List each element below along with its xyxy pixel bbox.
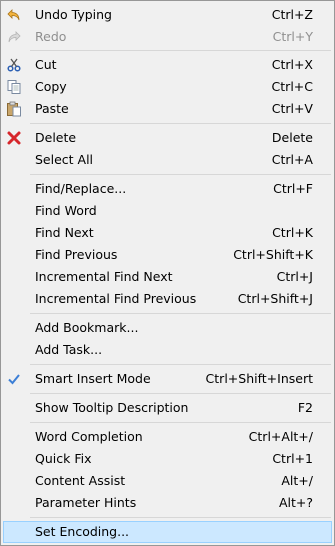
checkmark-icon — [8, 374, 20, 385]
menu-item-label: Incremental Find Previous — [35, 291, 197, 306]
menu-item-shortcut: Ctrl+A — [271, 152, 313, 167]
menu-item-label: Undo Typing — [35, 7, 112, 22]
menu-item-label: Find Previous — [35, 247, 118, 262]
menu-item-shortcut: Ctrl+Z — [271, 7, 313, 22]
menu-separator — [30, 313, 331, 314]
menu-item-shortcut: Ctrl+1 — [272, 451, 313, 466]
menu-item-label: Show Tooltip Description — [35, 400, 189, 415]
paste-icon — [7, 101, 21, 117]
menu-separator — [30, 364, 331, 365]
menu-item-shortcut: Ctrl+K — [272, 225, 313, 240]
menu-item-label: Select All — [35, 152, 94, 167]
menu-item-label: Find Word — [35, 203, 97, 218]
menu-item-quick-fix[interactable]: Quick Fix Ctrl+1 — [3, 448, 332, 470]
menu-item-shortcut: F2 — [297, 400, 313, 415]
menu-item-label: Paste — [35, 101, 69, 116]
menu-separator — [30, 517, 331, 518]
undo-icon — [7, 9, 20, 21]
menu-item-label: Delete — [35, 130, 77, 145]
menu-item-label: Find/Replace... — [35, 181, 127, 196]
menu-item-cut[interactable]: Cut Ctrl+X — [3, 54, 332, 76]
menu-item-shortcut: Ctrl+Shift+Insert — [205, 371, 313, 386]
menu-separator — [30, 393, 331, 394]
menu-item-add-task[interactable]: Add Task... — [3, 339, 332, 361]
context-menu: Undo Typing Ctrl+Z Redo Ctrl+Y Cut Ctrl+… — [0, 0, 335, 546]
menu-item-label: Add Bookmark... — [35, 320, 139, 335]
menu-item-show-tooltip-description[interactable]: Show Tooltip Description F2 — [3, 397, 332, 419]
menu-item-delete[interactable]: Delete Delete — [3, 127, 332, 149]
delete-x-icon — [7, 131, 21, 145]
menu-item-shortcut: Ctrl+Alt+/ — [248, 429, 313, 444]
menu-item-shortcut: Alt+? — [278, 495, 313, 510]
menu-item-content-assist[interactable]: Content Assist Alt+/ — [3, 470, 332, 492]
menu-item-set-encoding[interactable]: Set Encoding... — [3, 521, 332, 543]
menu-item-smart-insert-mode[interactable]: Smart Insert Mode Ctrl+Shift+Insert — [3, 368, 332, 390]
menu-item-parameter-hints[interactable]: Parameter Hints Alt+? — [3, 492, 332, 514]
menu-item-shortcut: Ctrl+Y — [272, 29, 313, 44]
scissors-icon — [7, 58, 21, 72]
menu-item-incremental-find-previous[interactable]: Incremental Find Previous Ctrl+Shift+J — [3, 288, 332, 310]
menu-item-copy[interactable]: Copy Ctrl+C — [3, 76, 332, 98]
menu-item-label: Cut — [35, 57, 57, 72]
menu-separator — [30, 123, 331, 124]
menu-item-find-replace[interactable]: Find/Replace... Ctrl+F — [3, 178, 332, 200]
menu-item-undo-typing[interactable]: Undo Typing Ctrl+Z — [3, 4, 332, 26]
menu-item-paste[interactable]: Paste Ctrl+V — [3, 98, 332, 120]
menu-item-shortcut: Delete — [271, 130, 313, 145]
menu-item-shortcut: Ctrl+V — [271, 101, 313, 116]
menu-item-find-previous[interactable]: Find Previous Ctrl+Shift+K — [3, 244, 332, 266]
menu-separator — [30, 174, 331, 175]
menu-item-shortcut: Alt+/ — [281, 473, 313, 488]
menu-item-label: Find Next — [35, 225, 94, 240]
menu-item-label: Quick Fix — [35, 451, 92, 466]
menu-item-redo[interactable]: Redo Ctrl+Y — [3, 26, 332, 48]
menu-item-shortcut: Ctrl+X — [271, 57, 313, 72]
menu-item-label: Incremental Find Next — [35, 269, 173, 284]
menu-item-word-completion[interactable]: Word Completion Ctrl+Alt+/ — [3, 426, 332, 448]
menu-item-shortcut: Ctrl+J — [276, 269, 313, 284]
menu-item-label: Redo — [35, 29, 67, 44]
redo-icon — [8, 31, 21, 43]
menu-item-find-next[interactable]: Find Next Ctrl+K — [3, 222, 332, 244]
menu-item-label: Word Completion — [35, 429, 143, 444]
menu-item-add-bookmark[interactable]: Add Bookmark... — [3, 317, 332, 339]
menu-item-shortcut: Ctrl+Shift+K — [233, 247, 313, 262]
menu-item-incremental-find-next[interactable]: Incremental Find Next Ctrl+J — [3, 266, 332, 288]
menu-item-label: Parameter Hints — [35, 495, 137, 510]
menu-item-shortcut: Ctrl+Shift+J — [237, 291, 313, 306]
copy-icon — [7, 80, 21, 94]
menu-item-label: Copy — [35, 79, 67, 94]
menu-item-label: Content Assist — [35, 473, 126, 488]
menu-item-select-all[interactable]: Select All Ctrl+A — [3, 149, 332, 171]
menu-item-find-word[interactable]: Find Word — [3, 200, 332, 222]
menu-item-label: Smart Insert Mode — [35, 371, 151, 386]
menu-item-shortcut: Ctrl+C — [271, 79, 313, 94]
menu-item-label: Add Task... — [35, 342, 103, 357]
menu-separator — [30, 50, 331, 51]
menu-separator — [30, 422, 331, 423]
menu-item-label: Set Encoding... — [35, 524, 130, 539]
menu-item-shortcut: Ctrl+F — [273, 181, 313, 196]
